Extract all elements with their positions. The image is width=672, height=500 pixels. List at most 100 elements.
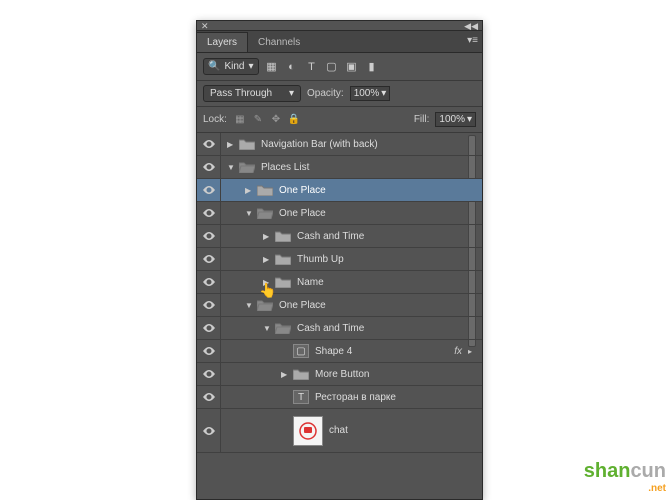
visibility-eye-icon[interactable] — [197, 179, 221, 201]
arrow-right-icon[interactable]: ▶ — [245, 186, 253, 195]
layer-name-label: Ресторан в парке — [315, 392, 396, 403]
filter-shape-icon[interactable]: ▢ — [325, 60, 339, 74]
folder-icon — [239, 161, 255, 173]
lock-all-icon[interactable]: 🔒 — [287, 113, 301, 127]
folder-icon — [257, 184, 273, 196]
layer-name-label: Navigation Bar (with back) — [261, 139, 378, 150]
layer-row[interactable]: ▼ One Place — [197, 202, 482, 225]
filter-adjust-icon[interactable]: ◐ — [285, 60, 299, 74]
visibility-eye-icon[interactable] — [197, 248, 221, 270]
layer-row[interactable]: ▶More Button — [197, 363, 482, 386]
layer-row[interactable]: ▶ Thumb Up — [197, 248, 482, 271]
visibility-eye-icon[interactable] — [197, 133, 221, 155]
layer-thumb-icon — [293, 416, 323, 446]
fill-label: Fill: — [414, 114, 430, 125]
watermark-text1: shan — [584, 460, 631, 482]
filter-smart-icon[interactable]: ▣ — [345, 60, 359, 74]
layer-row[interactable]: ▶ Cash and Time — [197, 225, 482, 248]
folder-icon — [257, 207, 273, 219]
visibility-eye-icon[interactable] — [197, 340, 221, 362]
lock-row: Lock: ▦ ✎ ✥ 🔒 Fill: 100% ▾ — [197, 107, 482, 133]
filter-pixel-icon[interactable]: ▦ — [265, 60, 279, 74]
arrow-right-icon[interactable]: ▶ — [263, 232, 271, 241]
arrow-right-icon[interactable]: ▶ — [263, 255, 271, 264]
layer-name-label: Shape 4 — [315, 346, 352, 357]
fx-badge[interactable]: fx — [454, 346, 462, 357]
visibility-eye-icon[interactable] — [197, 363, 221, 385]
layer-name-label: One Place — [279, 300, 326, 311]
watermark: shancun .net — [584, 460, 666, 494]
layers-panel: ✕ ◀◀ Layers Channels ▾≡ 🔍 Kind ▾ ▦ ◐ T ▢… — [196, 20, 483, 500]
lock-transparent-icon[interactable]: ▦ — [233, 113, 247, 127]
lock-icons: ▦ ✎ ✥ 🔒 — [233, 113, 301, 127]
layer-name-label: Thumb Up — [297, 254, 344, 265]
chevron-down-icon: ▾ — [381, 88, 386, 99]
layer-name-label: Name — [297, 277, 324, 288]
chevron-down-icon: ▾ — [467, 114, 472, 125]
visibility-eye-icon[interactable] — [197, 156, 221, 178]
filter-type-icon[interactable]: T — [305, 60, 319, 74]
fill-input[interactable]: 100% ▾ — [435, 112, 476, 127]
arrow-down-icon[interactable]: ▼ — [227, 163, 235, 172]
visibility-eye-icon[interactable] — [197, 386, 221, 408]
layer-row[interactable]: ▼ Places List — [197, 156, 482, 179]
shape-thumb-icon: ▢ — [293, 344, 309, 358]
layer-row[interactable]: ▢ Shape 4 fx ▸ — [197, 340, 482, 363]
layer-row[interactable]: ▼ Cash and Time — [197, 317, 482, 340]
layer-row[interactable]: T Ресторан в парке — [197, 386, 482, 409]
tab-channels[interactable]: Channels — [248, 33, 310, 52]
folder-icon — [275, 253, 291, 265]
panel-tabs: Layers Channels ▾≡ — [197, 31, 482, 53]
layers-list: ▶ Navigation Bar (with back) ▼ Places List ▶… — [197, 133, 482, 499]
layer-name-label: Cash and Time — [297, 231, 364, 242]
layer-row[interactable]: ▶ One Place — [197, 179, 482, 202]
visibility-eye-icon[interactable] — [197, 409, 221, 452]
chevron-updown-icon: ▾ — [248, 61, 253, 72]
filter-toggle-icon[interactable]: ▮ — [365, 60, 379, 74]
arrow-down-icon[interactable]: ▼ — [263, 324, 271, 333]
arrow-right-icon[interactable]: ▶ — [227, 140, 235, 149]
lock-position-icon[interactable]: ✥ — [269, 113, 283, 127]
blend-row: Pass Through ▾ Opacity: 100% ▾ — [197, 81, 482, 107]
visibility-eye-icon[interactable] — [197, 317, 221, 339]
arrow-down-icon[interactable]: ▼ — [245, 301, 253, 310]
opacity-label: Opacity: — [307, 88, 344, 99]
panel-topbar: ✕ ◀◀ — [197, 21, 482, 31]
type-layer-icon: T — [293, 390, 309, 404]
layer-row[interactable]: chat — [197, 409, 482, 453]
arrow-down-icon[interactable]: ▼ — [245, 209, 253, 218]
chevron-updown-icon: ▾ — [289, 88, 294, 99]
tab-layers[interactable]: Layers — [197, 32, 248, 52]
fx-expand-icon[interactable]: ▸ — [468, 347, 472, 356]
filter-kind-label: Kind — [224, 61, 244, 72]
visibility-eye-icon[interactable] — [197, 202, 221, 224]
layer-name-label: One Place — [279, 185, 326, 196]
filter-kind-select[interactable]: 🔍 Kind ▾ — [203, 58, 259, 75]
folder-icon — [239, 138, 255, 150]
filter-row: 🔍 Kind ▾ ▦ ◐ T ▢ ▣ ▮ — [197, 53, 482, 81]
lock-label: Lock: — [203, 114, 227, 125]
watermark-sub: .net — [584, 483, 666, 494]
folder-icon — [293, 368, 309, 380]
lock-paint-icon[interactable]: ✎ — [251, 113, 265, 127]
folder-icon — [275, 230, 291, 242]
folder-icon — [257, 299, 273, 311]
layer-row[interactable]: ▼ One Place — [197, 294, 482, 317]
folder-icon — [275, 322, 291, 334]
panel-menu-icon[interactable]: ▾≡ — [467, 35, 478, 46]
layer-name-label: Cash and Time — [297, 323, 364, 334]
arrow-right-icon[interactable]: ▶ — [281, 370, 289, 379]
opacity-input[interactable]: 100% ▾ — [350, 86, 391, 101]
visibility-eye-icon[interactable] — [197, 225, 221, 247]
visibility-eye-icon[interactable] — [197, 294, 221, 316]
layer-name-label: One Place — [279, 208, 326, 219]
folder-icon — [275, 276, 291, 288]
blend-mode-select[interactable]: Pass Through ▾ — [203, 85, 301, 102]
visibility-eye-icon[interactable] — [197, 271, 221, 293]
arrow-right-icon[interactable]: ▶ — [263, 278, 271, 287]
layer-name-label: Places List — [261, 162, 309, 173]
layer-row[interactable]: ▶ Navigation Bar (with back) — [197, 133, 482, 156]
blend-mode-value: Pass Through — [210, 88, 272, 99]
layer-row[interactable]: ▶ Name — [197, 271, 482, 294]
watermark-text2: cun — [630, 460, 666, 482]
